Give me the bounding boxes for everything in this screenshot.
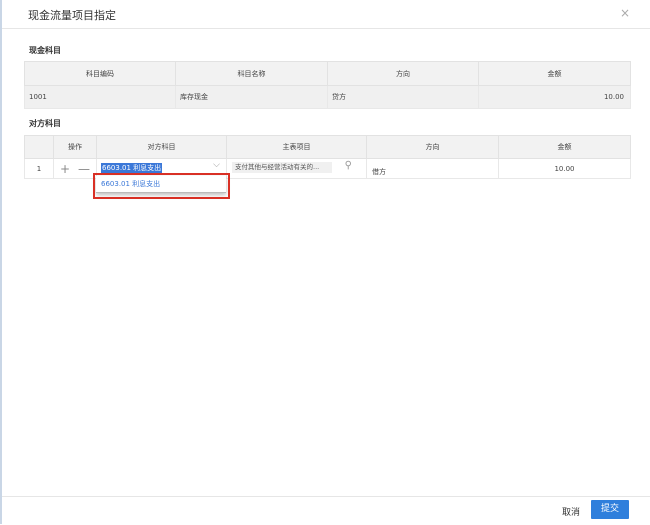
cancel-button[interactable]: 取消 (562, 505, 580, 518)
column-header: 金额 (498, 135, 631, 159)
table-header-row: 操作 对方科目 主表项目 方向 金额 (24, 135, 631, 159)
column-header: 对方科目 (96, 135, 227, 159)
column-header: 金额 (478, 61, 631, 86)
account-code-cell: 1001 (24, 85, 176, 109)
cash-section-label: 现金科目 (29, 46, 61, 55)
direction-value: 借方 (372, 167, 386, 176)
close-icon[interactable]: × (620, 6, 630, 20)
column-header: 方向 (366, 135, 499, 159)
table-row: 1001 库存现金 贷方 10.00 (24, 85, 631, 109)
direction-cell: 贷方 (327, 85, 479, 109)
dialog-footer: 取消 提交 (2, 496, 650, 525)
counter-section-label: 对方科目 (29, 119, 61, 128)
amount-cell: 10.00 (478, 85, 631, 109)
main-item-field[interactable]: 支付其他与经营活动有关的... (232, 162, 332, 173)
chevron-down-icon[interactable]: ⌵ (213, 160, 220, 170)
row-operations: + — (53, 158, 97, 179)
cash-flow-dialog: 现金流量项目指定 × 现金科目 科目编码 科目名称 方向 金额 1001 库存现… (2, 0, 650, 524)
amount-cell[interactable]: 10.00 (498, 158, 631, 179)
submit-button[interactable]: 提交 (591, 500, 629, 519)
dialog-header: 现金流量项目指定 × (2, 0, 650, 29)
column-header: 科目编码 (24, 61, 176, 86)
counter-account-value[interactable]: 6603.01 利息支出 (101, 163, 163, 173)
cash-account-table: 科目编码 科目名称 方向 金额 1001 库存现金 贷方 10.00 (24, 61, 631, 109)
direction-cell[interactable]: 借方 (366, 158, 499, 179)
main-item-cell: 支付其他与经营活动有关的... ⚲ (226, 158, 367, 179)
account-name-cell: 库存现金 (175, 85, 328, 109)
remove-row-button[interactable]: — (78, 162, 90, 176)
column-header: 主表项目 (226, 135, 367, 159)
highlight-annotation (93, 173, 230, 199)
column-header: 科目名称 (175, 61, 328, 86)
column-header (24, 135, 54, 159)
column-header: 操作 (53, 135, 97, 159)
add-row-button[interactable]: + (60, 162, 70, 176)
column-header: 方向 (327, 61, 479, 86)
dialog-title: 现金流量项目指定 (28, 9, 116, 22)
table-header-row: 科目编码 科目名称 方向 金额 (24, 61, 631, 86)
row-index: 1 (24, 158, 54, 179)
search-icon[interactable]: ⚲ (345, 160, 352, 171)
